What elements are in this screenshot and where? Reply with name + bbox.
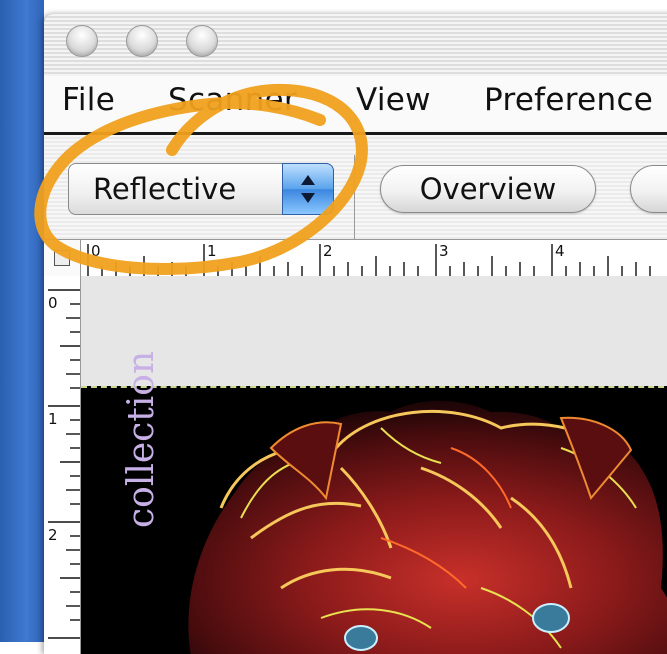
tiger-preview-image (188, 400, 667, 654)
overview-button-label: Overview (419, 172, 557, 206)
ruler-v-0: 0 (48, 294, 58, 312)
toolbar-divider (354, 155, 355, 239)
ruler-h-4: 4 (555, 242, 565, 260)
toolbar: Reflective Overview (44, 135, 667, 239)
close-button[interactable] (66, 25, 98, 57)
ruler-h-0: 0 (91, 242, 101, 260)
ruler-h-3: 3 (439, 242, 449, 260)
desktop-edge (0, 0, 44, 642)
ruler-h-1: 1 (207, 242, 217, 260)
menu-scanner[interactable]: Scanner (168, 82, 297, 118)
menu-file[interactable]: File (62, 82, 115, 118)
ruler-v-1: 1 (48, 410, 58, 428)
source-select-value: Reflective (93, 172, 237, 206)
vertical-ruler-ticks (48, 289, 80, 639)
ruler-h-2: 2 (323, 242, 333, 260)
minimize-button[interactable] (126, 25, 158, 57)
preview-canvas[interactable]: collection (81, 276, 667, 654)
up-down-arrows-icon[interactable] (282, 163, 334, 215)
menu-view[interactable]: View (356, 82, 431, 118)
scan-selection[interactable]: collection (81, 351, 667, 654)
next-toolbar-button[interactable] (630, 165, 667, 213)
vertical-ruler: 0 1 2 (44, 276, 81, 654)
zoom-button[interactable] (186, 25, 218, 57)
menu-preference[interactable]: Preference (484, 82, 653, 118)
scanner-window: File Scanner View Preference Reflective … (44, 14, 667, 654)
ruler-v-2: 2 (48, 526, 58, 544)
menu-bar: File Scanner View Preference (44, 76, 667, 135)
horizontal-ruler: 0 1 2 3 4 (44, 239, 667, 277)
desktop-background (0, 0, 667, 14)
overview-button[interactable]: Overview (380, 165, 596, 213)
source-select[interactable]: Reflective (68, 163, 334, 215)
title-bar[interactable] (44, 14, 667, 76)
horizontal-ruler-ticks (87, 244, 651, 276)
